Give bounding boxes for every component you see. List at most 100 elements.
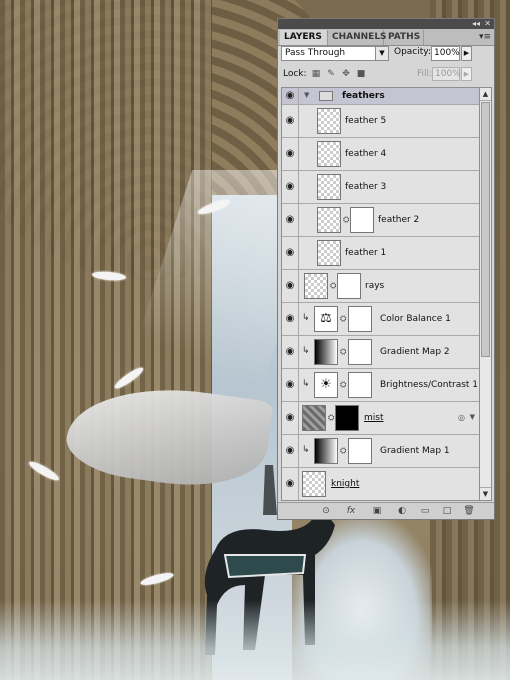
chevron-down-icon[interactable]: ▼ — [470, 413, 475, 421]
layer-thumbnail — [317, 207, 341, 233]
layers-panel: ◂◂ ✕ LAYERS CHANNELS PATHS ▾≡ Pass Throu… — [277, 18, 495, 520]
visibility-eye-icon[interactable]: ◉ — [282, 468, 299, 500]
lock-position-icon[interactable]: ✥ — [341, 69, 351, 79]
visibility-eye-icon[interactable]: ◉ — [282, 402, 299, 434]
layer-name: knight — [331, 479, 360, 489]
layer-name: mist — [364, 413, 384, 423]
link-layers-icon[interactable]: ⊙ — [320, 505, 332, 517]
layer-name: feather 2 — [378, 215, 420, 225]
layer-row[interactable]: ◉ ↳ ⛭ Gradient Map 2 — [282, 336, 479, 369]
blend-mode-value: Pass Through — [285, 48, 346, 58]
folder-icon — [319, 91, 333, 101]
layers-list: ◉ ▼ feathers ◉ feather 5 ◉ feather 4 ◉ f… — [281, 87, 480, 501]
fill-input[interactable]: 100% — [432, 67, 461, 81]
lock-label: Lock: — [283, 69, 307, 79]
layer-row[interactable]: ◉ ⛭ feather 2 — [282, 204, 479, 237]
new-group-icon[interactable]: ▭ — [419, 505, 431, 517]
layer-row[interactable]: ◉ feather 4 — [282, 138, 479, 171]
layer-thumbnail — [317, 240, 341, 266]
opacity-slider-button[interactable]: ▶ — [461, 46, 472, 61]
lock-image-icon[interactable]: ✎ — [326, 69, 336, 79]
layer-row[interactable]: ◉ knight — [282, 468, 479, 500]
delete-icon[interactable]: 🗑 — [463, 505, 475, 517]
link-chain-icon: ⛭ — [328, 413, 335, 422]
layer-mask-thumbnail[interactable] — [348, 438, 372, 464]
layer-mask-thumbnail[interactable] — [337, 273, 361, 299]
layer-row[interactable]: ◉ ⛭ mist ◎ ▼ — [282, 402, 479, 435]
fill-label: Fill: — [417, 69, 433, 79]
layer-row[interactable]: ◉ ↳ ⛭ Gradient Map 1 — [282, 435, 479, 468]
add-mask-icon[interactable]: ▣ — [371, 505, 383, 517]
link-chain-icon: ⛭ — [340, 347, 347, 356]
blend-mode-select[interactable]: Pass Through ▼ — [281, 46, 389, 61]
gradient-map-icon — [314, 339, 338, 365]
new-layer-icon[interactable]: □ — [441, 505, 453, 517]
layer-row[interactable]: ◉ feather 5 — [282, 105, 479, 138]
chevron-down-icon[interactable]: ▼ — [375, 47, 388, 60]
fill-slider-button[interactable]: ▶ — [461, 67, 472, 81]
clipping-arrow-icon: ↳ — [302, 445, 310, 455]
clipping-arrow-icon: ↳ — [302, 313, 310, 323]
fx-icon[interactable]: fx — [345, 505, 357, 517]
tab-layers[interactable]: LAYERS — [280, 30, 328, 45]
visibility-eye-icon[interactable]: ◉ — [282, 303, 299, 335]
panel-tabs: LAYERS CHANNELS PATHS ▾≡ — [278, 29, 494, 46]
layer-row[interactable]: ◉ feather 1 — [282, 237, 479, 270]
link-chain-icon: ⛭ — [343, 215, 350, 224]
visibility-eye-icon[interactable]: ◉ — [282, 336, 299, 368]
visibility-eye-icon[interactable]: ◉ — [282, 270, 299, 302]
layer-effects-icon[interactable]: ◎ — [458, 413, 465, 422]
scroll-down-icon[interactable]: ▼ — [480, 487, 491, 500]
layer-group-feathers[interactable]: ◉ ▼ feathers — [282, 88, 479, 105]
layer-name: Brightness/Contrast 1 — [380, 380, 479, 390]
lock-row: Lock: ▦ ✎ ✥ ■ Fill: 100% ▶ — [281, 67, 491, 83]
layer-thumbnail — [302, 471, 326, 497]
link-chain-icon: ⛭ — [340, 446, 347, 455]
panel-title-bar[interactable]: ◂◂ ✕ — [278, 19, 494, 29]
visibility-eye-icon[interactable]: ◉ — [282, 369, 299, 401]
scroll-up-icon[interactable]: ▲ — [480, 88, 491, 101]
visibility-eye-icon[interactable]: ◉ — [282, 88, 299, 104]
visibility-eye-icon[interactable]: ◉ — [282, 237, 299, 269]
layer-row[interactable]: ◉ ↳ ☀ ⛭ Brightness/Contrast 1 — [282, 369, 479, 402]
layer-name: feather 4 — [345, 149, 387, 159]
collapse-icon[interactable]: ◂◂ — [472, 19, 480, 29]
group-expand-arrow-icon[interactable]: ▼ — [304, 91, 309, 99]
visibility-eye-icon[interactable]: ◉ — [282, 435, 299, 467]
layer-mask-thumbnail[interactable] — [348, 372, 372, 398]
brightness-sun-icon: ☀ — [314, 372, 338, 398]
visibility-eye-icon[interactable]: ◉ — [282, 105, 299, 137]
lock-transparent-icon[interactable]: ▦ — [311, 69, 321, 79]
layer-mask-thumbnail[interactable] — [335, 405, 359, 431]
layer-row[interactable]: ◉ feather 3 — [282, 171, 479, 204]
link-chain-icon: ⛭ — [340, 380, 347, 389]
layer-mask-thumbnail[interactable] — [348, 339, 372, 365]
scroll-thumb[interactable] — [481, 102, 490, 357]
layer-mask-thumbnail[interactable] — [348, 306, 372, 332]
link-chain-icon: ⛭ — [340, 314, 347, 323]
clipping-arrow-icon: ↳ — [302, 379, 310, 389]
visibility-eye-icon[interactable]: ◉ — [282, 171, 299, 203]
layer-thumbnail — [317, 174, 341, 200]
panel-menu-icon[interactable]: ▾≡ — [479, 30, 491, 44]
layer-name: feather 1 — [345, 248, 387, 258]
visibility-eye-icon[interactable]: ◉ — [282, 204, 299, 236]
close-icon[interactable]: ✕ — [484, 19, 491, 29]
group-name: feathers — [342, 91, 385, 101]
tab-paths[interactable]: PATHS — [384, 30, 424, 45]
visibility-eye-icon[interactable]: ◉ — [282, 138, 299, 170]
opacity-input[interactable]: 100% — [431, 46, 460, 61]
layer-row[interactable]: ◉ ↳ ⚖ ⛭ Color Balance 1 — [282, 303, 479, 336]
layer-thumbnail — [317, 108, 341, 134]
layers-scrollbar[interactable]: ▲ ▼ — [479, 87, 492, 501]
tab-channels[interactable]: CHANNELS — [328, 30, 387, 45]
layer-thumbnail — [304, 273, 328, 299]
layer-name: Gradient Map 2 — [380, 347, 450, 357]
adjustment-layer-icon[interactable]: ◐ — [396, 505, 408, 517]
lock-all-icon[interactable]: ■ — [356, 69, 366, 79]
layer-thumbnail — [317, 141, 341, 167]
layer-mask-thumbnail[interactable] — [350, 207, 374, 233]
blend-row: Pass Through ▼ Opacity: 100% ▶ — [281, 46, 491, 62]
layer-name: Gradient Map 1 — [380, 446, 450, 456]
layer-row[interactable]: ◉ ⛭ rays — [282, 270, 479, 303]
